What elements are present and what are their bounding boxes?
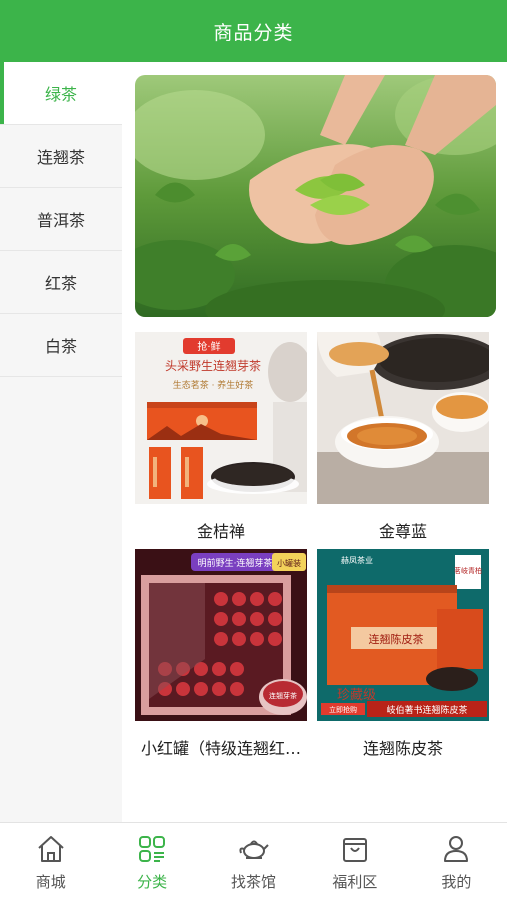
product-name: 金尊蓝 [378,522,427,541]
tab-label: 我的 [441,873,472,891]
product-card[interactable]: 抢·鲜 头采野生连翘芽茶 生态茗茶 · 养生好茶 金桔禅 [135,332,307,542]
product-name: 金桔禅 [196,522,245,541]
home-icon [38,836,64,862]
brand-text: 赫凤茶业 [341,555,373,565]
sub-text: 生态茗茶 · 养生好茶 [173,379,254,391]
product-image: 抢·鲜 头采野生连翘芽茶 生态茗茶 · 养生好茶 [135,332,307,504]
product-card[interactable]: 赫凤茶业 茗岐青柏 连翘陈皮茶 珍藏级 立即抢购 岐伯著书连翘陈皮茶 连翘陈皮茶 [317,549,489,759]
gift-bag-icon [342,838,367,862]
sidebar-item-forsythia-tea[interactable]: 连翘茶 [0,125,122,188]
teapot-icon [238,840,269,859]
grade-text: 珍藏级 [337,688,376,703]
tab-label: 商城 [35,873,66,891]
product-name: 小红罐（特级连翘红… [140,739,301,758]
page-title: 商品分类 [213,21,294,44]
product-image [317,332,489,504]
category-icon [139,836,166,862]
product-image: 明前野生·连翘芽茶 小罐装 连翘芽茶 [135,549,307,721]
sidebar-item-label: 普洱茶 [36,211,85,230]
tab-mall[interactable]: 商城 [0,823,101,901]
sidebar-item-puer-tea[interactable]: 普洱茶 [0,188,122,251]
stamp-text: 立即抢购 [329,705,357,714]
tag-text: 小罐装 [277,558,301,568]
sidebar-item-label: 白茶 [44,337,77,356]
tea-field-image [135,75,496,317]
sidebar-item-white-tea[interactable]: 白茶 [0,314,122,377]
tab-label: 福利区 [332,873,378,891]
seal-text: 茗岐青柏 [454,566,482,575]
category-sidebar: 绿茶 连翘茶 普洱茶 红茶 白茶 [0,62,122,822]
user-icon [444,836,469,862]
product-name: 连翘陈皮茶 [362,739,443,758]
box-text: 连翘陈皮茶 [369,632,424,646]
product-panel: 抢·鲜 头采野生连翘芽茶 生态茗茶 · 养生好茶 金桔禅 金尊蓝 明前野生·连翘… [122,62,507,822]
tab-label: 分类 [137,873,168,891]
sidebar-item-label: 连翘茶 [36,148,85,167]
banner-text: 明前野生·连翘芽茶 [198,557,273,569]
tab-me[interactable]: 我的 [406,823,507,901]
sidebar-item-label: 绿茶 [44,85,77,104]
sidebar-item-label: 红茶 [44,274,77,293]
tab-find-teahouse[interactable]: 找茶馆 [203,823,304,901]
header-bar: 商品分类 [0,0,507,62]
bottom-tab-bar: 商城 分类 找茶馆 福利区 我的 [0,822,507,901]
slogan-text: 岐伯著书连翘陈皮茶 [386,704,467,716]
badge-text: 抢·鲜 [197,340,220,353]
tab-label: 找茶馆 [231,873,277,891]
product-image: 赫凤茶业 茗岐青柏 连翘陈皮茶 珍藏级 立即抢购 岐伯著书连翘陈皮茶 [317,549,489,721]
tab-category[interactable]: 分类 [101,823,202,901]
sidebar-item-black-tea[interactable]: 红茶 [0,251,122,314]
lid-text: 连翘芽茶 [269,691,297,700]
product-card[interactable]: 明前野生·连翘芽茶 小罐装 连翘芽茶 小红罐（特级连翘红… [135,549,307,759]
category-banner[interactable] [135,75,496,317]
headline-text: 头采野生连翘芽茶 [165,358,261,373]
tab-welfare[interactable]: 福利区 [304,823,405,901]
sidebar-item-green-tea[interactable]: 绿茶 [0,62,122,125]
product-card[interactable]: 金尊蓝 [317,332,489,542]
